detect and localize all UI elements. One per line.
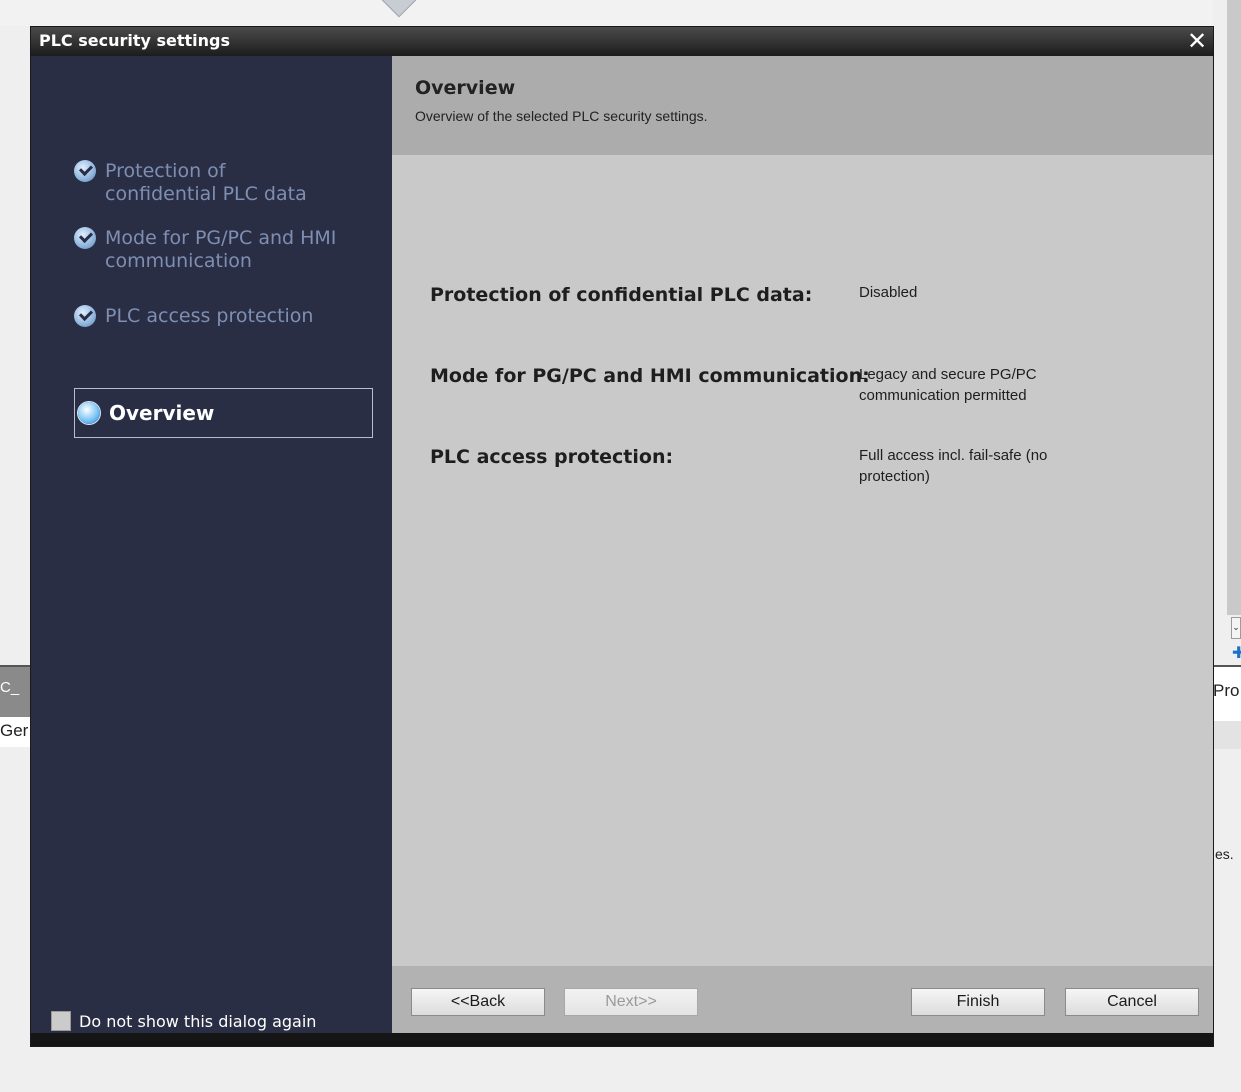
sidebar-step-confidential-data[interactable]: Protection of confidential PLC data (74, 160, 334, 206)
sidebar-step-label: PLC access protection (105, 305, 314, 327)
close-icon[interactable]: ✕ (1185, 29, 1209, 53)
dialog-bottom-border (31, 1033, 1213, 1046)
sidebar-step-overview[interactable]: Overview (74, 388, 373, 438)
page-subtitle: Overview of the selected PLC security se… (415, 108, 708, 124)
next-button[interactable]: Next>> (564, 988, 698, 1016)
summary-value-confidential-data: Disabled (859, 284, 918, 301)
dialog-title: PLC security settings (39, 31, 231, 50)
dont-show-again-label: Do not show this dialog again (79, 1011, 317, 1031)
summary-value-communication-mode: Legacy and secure PG/PC communication pe… (859, 366, 1037, 404)
background-text: es. (1215, 846, 1234, 862)
wizard-content: Overview Overview of the selected PLC se… (392, 56, 1213, 1033)
summary-label-access-protection: PLC access protection: (430, 446, 674, 468)
sidebar-step-communication-mode[interactable]: Mode for PG/PC and HMI communication (74, 227, 354, 273)
dont-show-again-checkbox[interactable] (51, 1011, 71, 1031)
current-step-icon (78, 402, 100, 424)
sidebar-step-label: Mode for PG/PC and HMI communication (105, 227, 337, 272)
background-tab-strip (1213, 721, 1241, 749)
background-tab[interactable]: C_ (0, 667, 31, 719)
title-bar[interactable]: PLC security settings ✕ (31, 27, 1213, 56)
summary-value-access-protection: Full access incl. fail-safe (no protecti… (859, 447, 1048, 485)
background-app-top (0, 0, 1241, 26)
summary-label-confidential-data: Protection of confidential PLC data: (430, 284, 813, 306)
page-title: Overview (415, 77, 516, 99)
back-button[interactable]: <<Back (411, 988, 545, 1016)
background-tab-properties[interactable]: Pro (1213, 667, 1241, 721)
background-right-panel (1213, 0, 1227, 615)
check-circle-icon (74, 160, 96, 182)
content-header: Overview Overview of the selected PLC se… (392, 56, 1213, 155)
finish-button[interactable]: Finish (911, 988, 1045, 1016)
dont-show-again-option[interactable]: Do not show this dialog again (51, 1011, 316, 1031)
cancel-button[interactable]: Cancel (1065, 988, 1199, 1016)
sidebar-step-label: Protection of confidential PLC data (105, 160, 307, 205)
sidebar-step-access-protection[interactable]: PLC access protection (74, 305, 374, 328)
wizard-sidebar: Protection of confidential PLC data Mode… (31, 56, 392, 1033)
summary-label-communication-mode: Mode for PG/PC and HMI communication: (430, 365, 870, 387)
background-tab-label: C_ (0, 679, 20, 696)
sidebar-step-label: Overview (109, 401, 215, 425)
background-tab-label: Ger (0, 721, 29, 740)
check-circle-icon (74, 227, 96, 249)
wizard-footer: <<Back Next>> Finish Cancel (392, 966, 1213, 1033)
background-scrollbar[interactable] (1227, 0, 1241, 615)
plc-security-settings-dialog: PLC security settings ✕ Protection of co… (31, 27, 1213, 1046)
add-icon[interactable]: ✚ (1232, 643, 1241, 663)
background-tab-general[interactable]: Ger (0, 717, 31, 747)
check-circle-icon (74, 305, 96, 327)
background-tab-label: Pro (1213, 681, 1240, 700)
scroll-down-icon[interactable]: ⌄ (1231, 617, 1241, 639)
